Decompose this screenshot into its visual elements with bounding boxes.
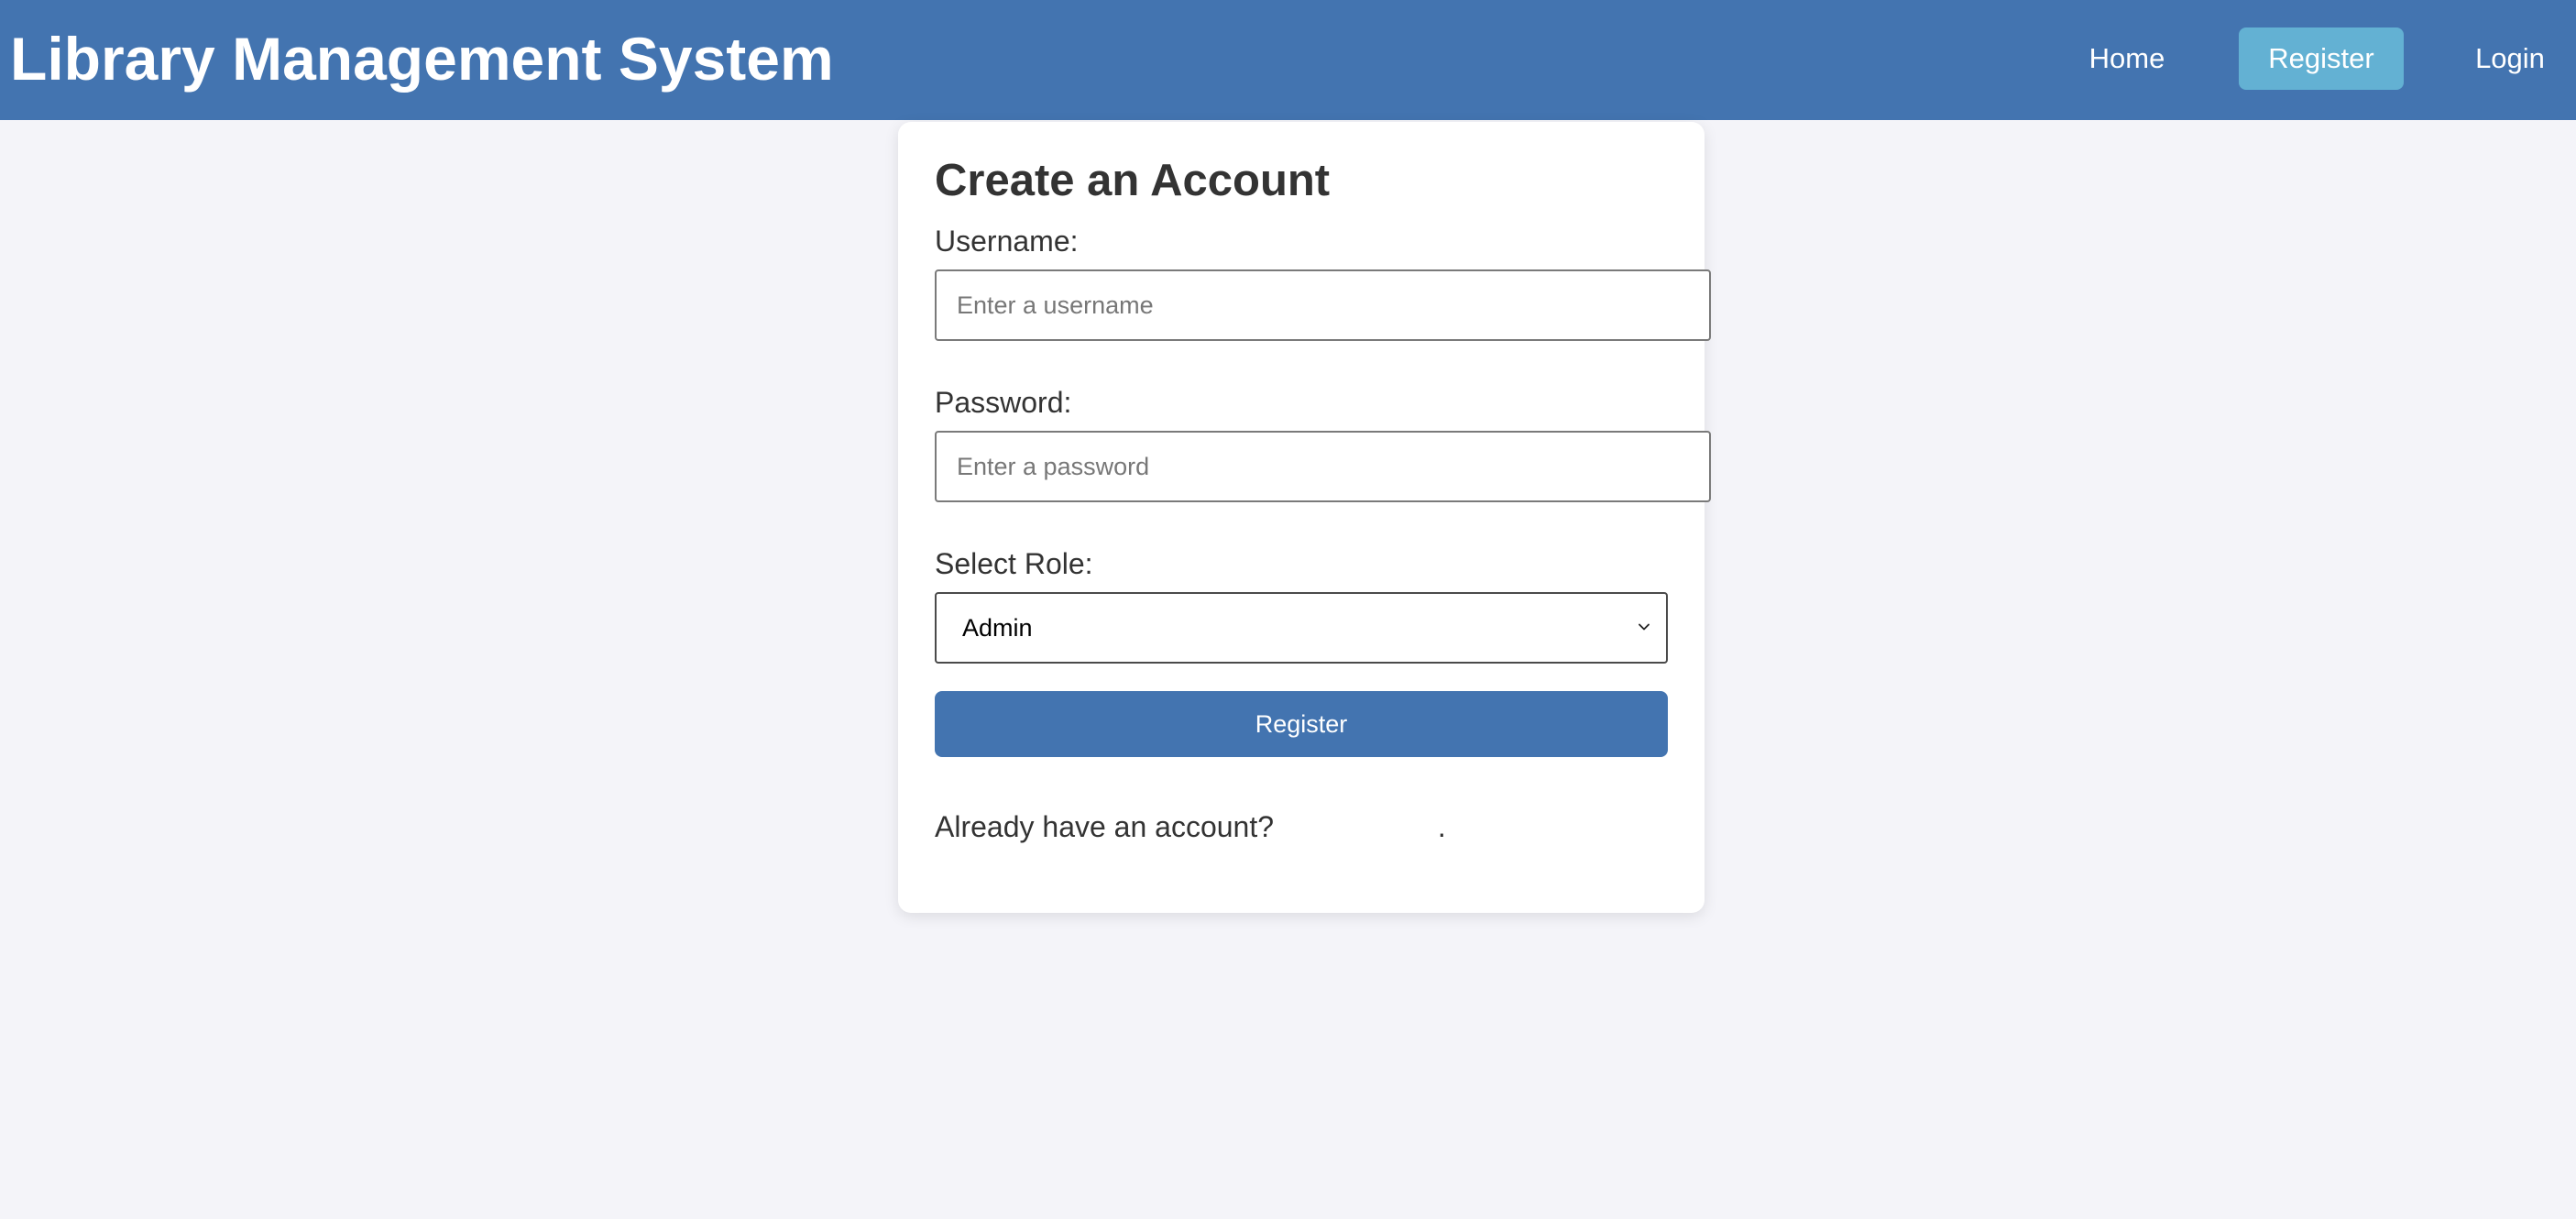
username-input[interactable] [935,269,1711,341]
login-prompt: Already have an account? Login. [935,810,1446,844]
login-prompt-text: Already have an account? [935,810,1275,843]
site-title: Library Management System [10,25,834,93]
password-label: Password: [935,386,1072,419]
nav-register-link[interactable]: Register [2239,27,2404,90]
nav-login-link[interactable]: Login [2444,27,2576,90]
register-button[interactable]: Register [935,691,1668,757]
login-link[interactable]: Login [1282,810,1438,844]
role-select[interactable]: Admin [935,592,1668,664]
chevron-down-icon [1639,623,1650,631]
password-input[interactable] [935,431,1711,502]
login-prompt-period: . [1437,810,1446,843]
top-navbar: Library Management System Home Register … [0,0,2576,120]
username-label: Username: [935,225,1079,258]
form-title: Create an Account [935,156,1331,205]
role-label: Select Role: [935,547,1093,580]
nav-home-link[interactable]: Home [2062,27,2192,90]
role-selected-value: Admin [962,614,1033,642]
register-card: Create an Account Username: Password: Se… [898,122,1711,913]
